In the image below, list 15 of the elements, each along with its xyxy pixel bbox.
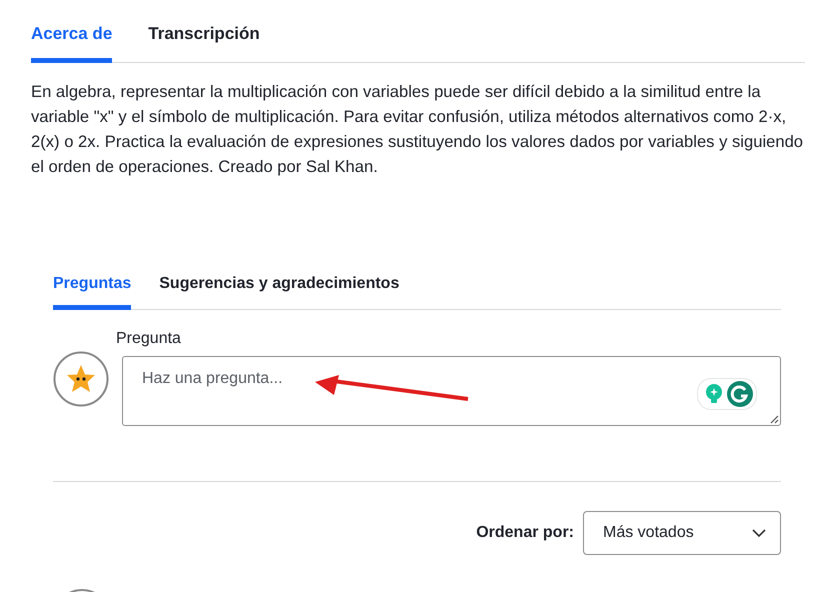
sort-label: Ordenar por: (476, 524, 574, 542)
g-logo-icon[interactable] (726, 380, 754, 408)
writing-assistant-widget[interactable] (697, 378, 757, 410)
chevron-down-icon (752, 528, 766, 538)
question-input[interactable]: Haz una pregunta... (122, 356, 781, 426)
star-avatar-icon (53, 351, 109, 407)
tab[interactable]: Acerca de (31, 18, 112, 63)
description-text: En algebra, representar la multiplicación con variables puede ser difícil debido a la similitud entre la variable "x" y el símbolo de multiplicación. Para evitar confusión, utiliza métodos alternativos como 2·x, 2(x) o 2x. Practica la evaluación de expresiones sustituyendo los valores dados por variables y siguiendo el orden de operaciones. Creado por Sal Khan. (31, 81, 804, 178)
sort-dropdown[interactable]: Más votados (583, 511, 781, 555)
tab[interactable]: Transcripción (148, 18, 260, 63)
tab[interactable]: Sugerencias y agradecimientos (159, 269, 400, 310)
question-label: Pregunta (116, 330, 181, 347)
resize-handle-icon[interactable] (770, 415, 779, 424)
lightbulb-icon[interactable] (704, 383, 724, 405)
tab[interactable]: Preguntas (53, 269, 132, 310)
